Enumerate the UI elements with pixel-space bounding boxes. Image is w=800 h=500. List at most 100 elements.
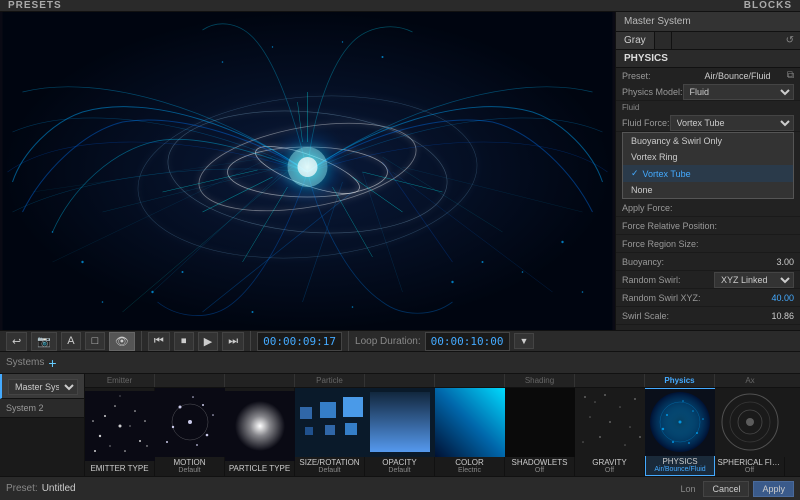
eye-btn[interactable]: 👁 xyxy=(109,332,135,351)
thumbnails-wrapper: Master System System 2 Emitter Particle xyxy=(0,374,800,476)
thumb-particle-type-label: PARTICLE TYPE xyxy=(227,463,292,474)
preset-value: Air/Bounce/Fluid xyxy=(704,71,782,81)
physics-section-title: PHYSICS xyxy=(616,50,800,68)
thumb-emitter-type-label: EMITTER TYPE xyxy=(88,463,150,474)
thumb-motion-img xyxy=(155,388,225,457)
cat-empty3 xyxy=(365,374,435,387)
thumb-particle-type-sub xyxy=(258,474,262,476)
apply-btn[interactable]: Apply xyxy=(753,481,794,497)
dropdown-item-none[interactable]: None xyxy=(623,182,793,198)
buoyancy-value[interactable]: 3.00 xyxy=(708,257,794,267)
thumb-emitter-type[interactable]: EMITTER TYPE xyxy=(85,388,155,476)
system-item-2[interactable]: System 2 xyxy=(0,399,84,418)
thumb-size-rotation-label: SIZE/ROTATION xyxy=(297,457,361,467)
thumb-physics[interactable]: PHYSICS Air/Bounce/Fluid xyxy=(645,388,715,476)
system-item-master[interactable]: Master System xyxy=(0,374,84,399)
thumb-gravity-label: GRAVITY xyxy=(590,457,629,467)
thumb-color[interactable]: COLOR Electric xyxy=(435,388,505,476)
fluid-label: Fluid xyxy=(616,101,800,114)
swirl-scale-value[interactable]: 10.86 xyxy=(708,311,794,321)
stop-btn[interactable]: ⏹ xyxy=(174,332,194,351)
thumb-gravity-sub: Off xyxy=(603,467,616,476)
thumb-opacity-sub: Default xyxy=(386,467,412,476)
systems-bar: Systems + xyxy=(0,352,800,374)
physics-model-row: Physics Model: Fluid Air xyxy=(616,83,800,101)
toolbar: ↩ 📷 A □ 👁 ⏮ ⏹ ▶ ⏭ 00:00:09:17 Loop Durat… xyxy=(0,330,800,352)
thumb-physics-label: PHYSICS xyxy=(660,456,699,466)
fluid-force-row: Fluid Force: Vortex Tube Vortex Ring Non… xyxy=(616,114,800,132)
emitter-type-svg xyxy=(85,391,155,461)
thumb-opacity-img xyxy=(365,388,435,457)
force-relative-pos-row: Force Relative Position: xyxy=(616,217,800,235)
skip-end-btn[interactable]: ⏭ xyxy=(222,332,244,351)
random-swirl-select[interactable]: XYZ Linked X Only xyxy=(714,272,794,288)
panel-reset-btn[interactable]: ↺ xyxy=(780,32,800,49)
skip-start-btn[interactable]: ⏮ xyxy=(148,332,170,351)
cat-shading-header: Shading xyxy=(505,374,575,387)
thumb-color-label: COLOR xyxy=(453,457,485,467)
thumb-motion-label: MOTION xyxy=(172,457,208,467)
main-layout: Master System Gray ↺ PHYSICS Preset: Air… xyxy=(0,12,800,330)
master-system-select[interactable]: Master System xyxy=(8,379,78,395)
thumb-motion[interactable]: MOTION Default xyxy=(155,388,225,476)
thumbnails-area: Emitter Particle Shading Physics Ax xyxy=(85,374,800,476)
app-container: PRESETS BLOCKS xyxy=(0,0,800,500)
thumb-gravity-img xyxy=(575,388,645,457)
thumb-color-sub: Electric xyxy=(456,467,483,476)
presets-title: PRESETS xyxy=(8,0,62,11)
cat-empty1 xyxy=(155,374,225,387)
dropdown-item-vortex-ring[interactable]: Vortex Ring xyxy=(623,149,793,165)
thumb-opacity-label: OPACITY xyxy=(380,457,419,467)
thumb-shadowlets-label: SHADOWLETS xyxy=(509,457,569,467)
preset-copy-icon[interactable]: ⧉ xyxy=(787,70,794,81)
fluid-dropdown-overlay: Buoyancy & Swirl Only Vortex Ring ✓ Vort… xyxy=(622,132,794,199)
thumb-shadowlets[interactable]: SHADOWLETS Off xyxy=(505,388,575,476)
cancel-btn[interactable]: Cancel xyxy=(703,481,749,497)
force-region-size-row: Force Region Size: xyxy=(616,235,800,253)
size-rotation-svg xyxy=(295,388,365,457)
text-btn[interactable]: A xyxy=(61,332,81,350)
random-swirl-xyz-value[interactable]: 40.00 xyxy=(708,293,794,303)
thumb-spherical-field[interactable]: SPHERICAL FIELD Off xyxy=(715,388,785,476)
panel-tab-2[interactable] xyxy=(655,32,672,49)
panel-header-title: Master System xyxy=(624,16,691,27)
cat-ax-header: Ax xyxy=(715,374,785,387)
undo-btn[interactable]: ↩ xyxy=(6,332,27,351)
preset-bar-label: Preset: xyxy=(6,483,38,494)
thumb-size-rotation[interactable]: SIZE/ROTATION Default xyxy=(295,388,365,476)
blocks-title: BLOCKS xyxy=(744,0,792,11)
thumb-opacity[interactable]: OPACITY Default xyxy=(365,388,435,476)
loop-options-btn[interactable]: ▼ xyxy=(514,333,535,349)
apply-force-row: Apply Force: xyxy=(616,199,800,217)
camera-btn[interactable]: 📷 xyxy=(31,332,57,351)
panel-tab-gray[interactable]: Gray xyxy=(616,32,655,49)
system-list-empty xyxy=(0,418,84,476)
sep3 xyxy=(348,331,349,351)
physics-model-select[interactable]: Fluid Air xyxy=(683,84,794,100)
fluid-force-select[interactable]: Vortex Tube Vortex Ring None xyxy=(670,115,794,131)
play-btn[interactable]: ▶ xyxy=(198,332,218,351)
thumb-particle-type[interactable]: PARTICLE TYPE xyxy=(225,388,295,476)
dropdown-item-vortex-tube[interactable]: ✓ Vortex Tube xyxy=(623,165,793,182)
canvas-area[interactable] xyxy=(0,12,615,330)
motion-svg xyxy=(155,388,225,457)
cat-empty5 xyxy=(575,374,645,387)
thumb-color-img xyxy=(435,388,505,457)
shadowlets-svg xyxy=(505,388,575,457)
thumb-physics-img xyxy=(645,389,715,456)
add-system-btn[interactable]: + xyxy=(48,356,56,370)
timecode-display: 00:00:09:17 xyxy=(257,332,342,351)
shape-btn[interactable]: □ xyxy=(85,332,105,350)
dropdown-item-buoyancy[interactable]: Buoyancy & Swirl Only xyxy=(623,133,793,149)
right-panel: Master System Gray ↺ PHYSICS Preset: Air… xyxy=(615,12,800,330)
thumb-motion-sub: Default xyxy=(176,467,202,476)
particle-type-svg xyxy=(225,391,295,461)
physics-svg xyxy=(645,389,715,456)
thumb-gravity[interactable]: GRAVITY Off xyxy=(575,388,645,476)
loop-label: Loop Duration: xyxy=(355,336,421,347)
cat-physics-header: Physics xyxy=(645,374,715,387)
system-list: Master System System 2 xyxy=(0,374,85,476)
preset-bar-value: Untitled xyxy=(42,483,677,494)
gravity-svg xyxy=(575,388,645,457)
loop-duration: 00:00:10:00 xyxy=(425,332,510,351)
